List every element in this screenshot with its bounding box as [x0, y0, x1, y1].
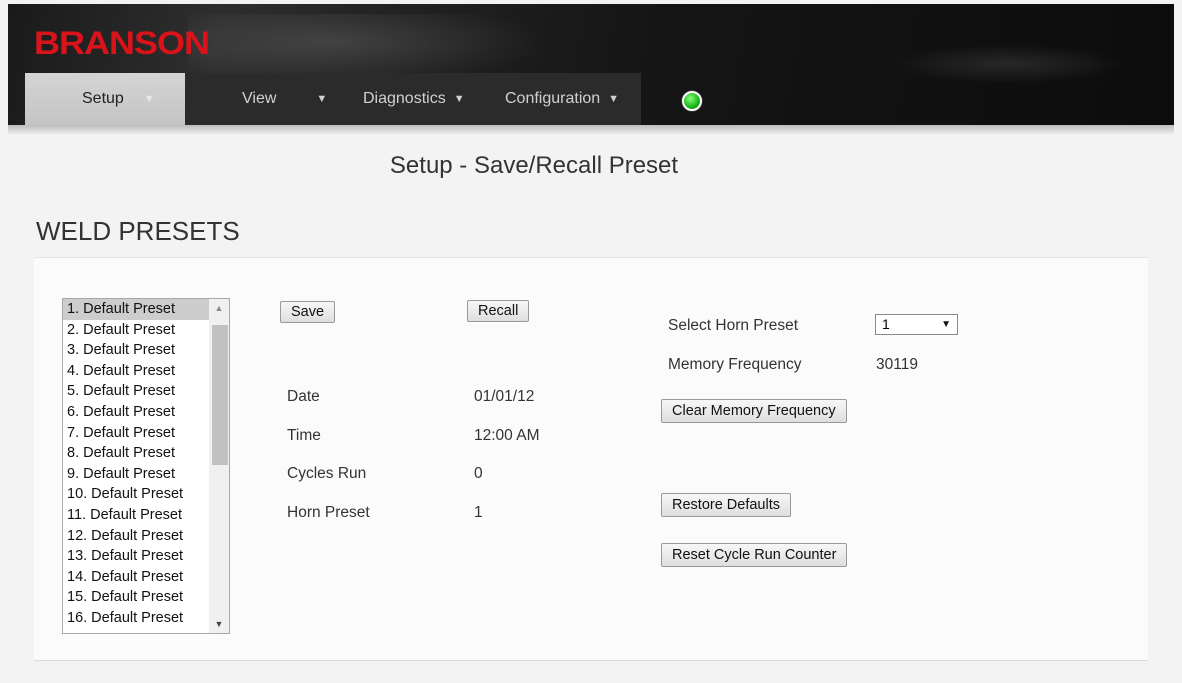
- horn-preset-label: Horn Preset: [287, 504, 370, 521]
- cycles-run-value: 0: [474, 465, 483, 482]
- time-label: Time: [287, 427, 321, 444]
- preset-list-item[interactable]: 4. Default Preset: [63, 361, 229, 382]
- preset-list-item[interactable]: 3. Default Preset: [63, 340, 229, 361]
- preset-list-item[interactable]: 10. Default Preset: [63, 484, 229, 505]
- header-divider: [8, 125, 1174, 135]
- preset-list: 1. Default Preset 2. Default Preset 3. Def…: [63, 299, 229, 629]
- horn-preset-select-value: 1: [882, 316, 890, 332]
- nav-configuration[interactable]: Configuration ▼: [497, 73, 641, 125]
- nav-view[interactable]: View ▼: [185, 73, 352, 125]
- time-value: 12:00 AM: [474, 427, 540, 444]
- chevron-down-icon: ▼: [453, 93, 465, 105]
- preset-list-item[interactable]: 8. Default Preset: [63, 443, 229, 464]
- nav-diagnostics[interactable]: Diagnostics ▼: [352, 73, 497, 125]
- recall-button[interactable]: Recall: [467, 300, 530, 322]
- section-title: WELD PRESETS: [36, 216, 240, 246]
- chevron-down-icon: ▼: [608, 93, 620, 105]
- select-arrow-icon: ▼: [941, 319, 951, 330]
- preset-list-item[interactable]: 5. Default Preset: [63, 381, 229, 402]
- preset-list-item[interactable]: 12. Default Preset: [63, 526, 229, 547]
- preset-list-item[interactable]: 1. Default Preset: [63, 299, 229, 320]
- memory-frequency-label: Memory Frequency: [668, 356, 802, 373]
- nav-setup[interactable]: Setup ▼: [25, 73, 185, 125]
- nav-configuration-label: Configuration: [505, 90, 601, 107]
- cycles-run-label: Cycles Run: [287, 465, 367, 482]
- nav-diagnostics-label: Diagnostics: [363, 90, 446, 107]
- preset-list-item[interactable]: 14. Default Preset: [63, 567, 229, 588]
- preset-list-item[interactable]: 6. Default Preset: [63, 402, 229, 423]
- horn-preset-select[interactable]: 1 ▼: [875, 314, 958, 335]
- nav-view-label: View: [242, 90, 277, 107]
- restore-defaults-button[interactable]: Restore Defaults: [661, 493, 791, 517]
- scrollbar-thumb[interactable]: [212, 325, 228, 465]
- save-button[interactable]: Save: [280, 301, 336, 323]
- chevron-down-icon: ▼: [143, 93, 155, 105]
- preset-list-item[interactable]: 7. Default Preset: [63, 423, 229, 444]
- preset-list-item[interactable]: 13. Default Preset: [63, 546, 229, 567]
- scroll-up-icon[interactable]: ▲: [209, 299, 229, 317]
- select-horn-preset-label: Select Horn Preset: [668, 317, 799, 334]
- page-title: Setup - Save/Recall Preset: [389, 152, 679, 179]
- preset-list-item[interactable]: 16. Default Preset: [63, 608, 229, 629]
- scroll-down-icon[interactable]: ▼: [209, 615, 229, 633]
- horn-preset-value: 1: [474, 504, 483, 521]
- status-led-icon: [682, 91, 702, 111]
- preset-listbox[interactable]: 1. Default Preset 2. Default Preset 3. Def…: [62, 298, 230, 634]
- preset-list-item[interactable]: 11. Default Preset: [63, 505, 229, 526]
- memory-frequency-value: 30119: [876, 356, 918, 373]
- date-value: 01/01/12: [474, 388, 535, 405]
- preset-list-scrollbar[interactable]: ▲ ▼: [209, 299, 229, 633]
- nav-setup-label: Setup: [82, 90, 124, 107]
- branson-logo: BRANSON: [34, 24, 210, 62]
- preset-list-item[interactable]: 15. Default Preset: [63, 587, 229, 608]
- preset-list-item[interactable]: 9. Default Preset: [63, 464, 229, 485]
- preset-list-item[interactable]: 2. Default Preset: [63, 320, 229, 341]
- clear-memory-frequency-button[interactable]: Clear Memory Frequency: [661, 399, 847, 423]
- date-label: Date: [287, 388, 320, 405]
- chevron-down-icon: ▼: [316, 93, 328, 105]
- reset-cycle-run-counter-button[interactable]: Reset Cycle Run Counter: [661, 543, 848, 567]
- main-nav: Setup ▼ View ▼ Diagnostics ▼ Configurati…: [25, 73, 641, 125]
